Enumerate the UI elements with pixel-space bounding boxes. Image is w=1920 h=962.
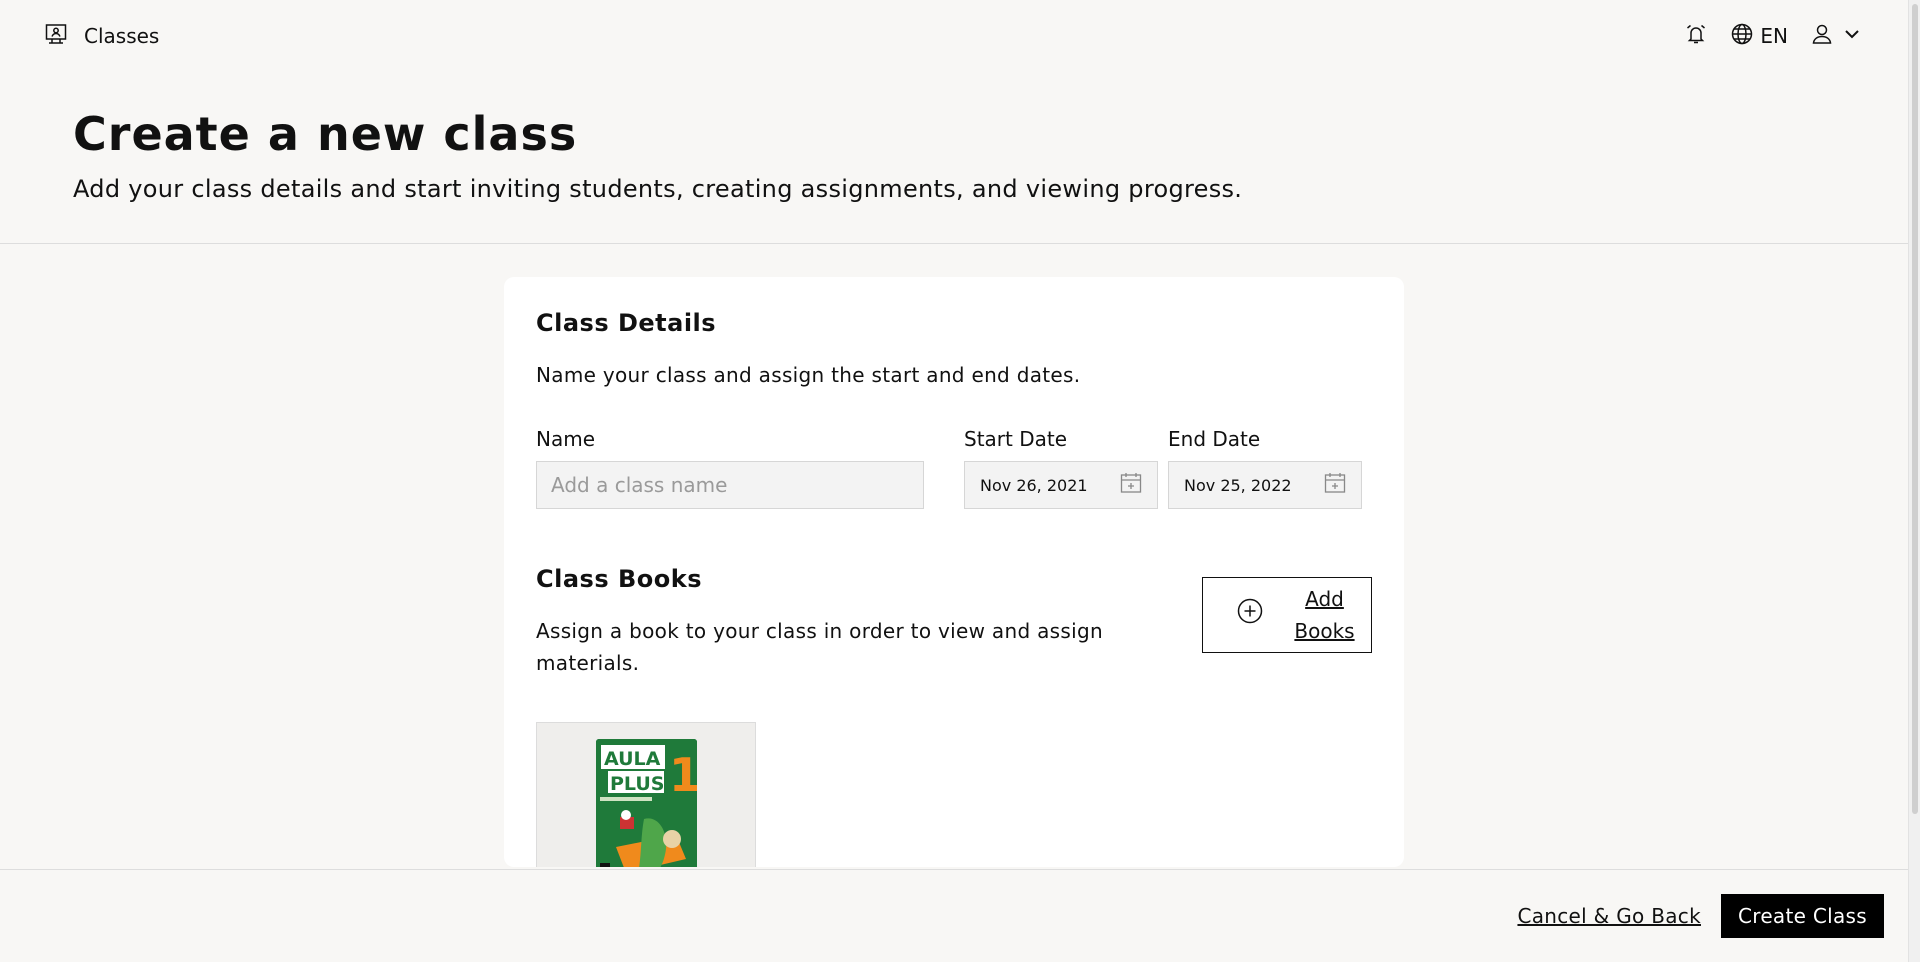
page-title: Create a new class [73, 107, 578, 161]
brand-label: Classes [84, 24, 160, 48]
notifications-button[interactable] [1684, 22, 1708, 51]
cancel-go-back-link[interactable]: Cancel & Go Back [1517, 904, 1701, 928]
class-details-title: Class Details [536, 309, 717, 337]
class-books-text: Class Books Assign a book to your class … [536, 565, 1136, 679]
language-selector[interactable]: EN [1730, 22, 1788, 51]
class-books-description: Assign a book to your class in order to … [536, 619, 1103, 675]
language-label: EN [1760, 24, 1788, 48]
class-form-card: Class Details Name your class and assign… [504, 277, 1404, 867]
calendar-add-icon [1323, 471, 1347, 499]
class-books-section: Class Books Assign a book to your class … [536, 565, 1372, 679]
name-label: Name [536, 427, 596, 451]
brand[interactable]: Classes [44, 22, 159, 51]
user-icon [1810, 22, 1834, 51]
book-cover-image: AULA PLUS 1 [596, 739, 697, 867]
end-date-picker[interactable]: Nov 25, 2022 [1168, 461, 1362, 509]
end-date-field: End Date Nov 25, 2022 [1168, 427, 1362, 509]
classroom-icon [44, 22, 68, 51]
add-books-label: Add Books [1294, 587, 1355, 643]
alarm-icon [1684, 22, 1708, 51]
start-date-field: Start Date Nov 26, 2021 [964, 427, 1158, 509]
book-tile[interactable]: AULA PLUS 1 [536, 722, 756, 867]
page-header: Create a new class Add your class detail… [0, 72, 1908, 244]
chevron-down-icon [1840, 22, 1864, 51]
class-details-fields: Name Start Date Nov 26, 2021 End Date No… [536, 427, 1372, 509]
calendar-add-icon [1119, 471, 1143, 499]
top-navigation-bar: Classes EN [0, 0, 1908, 72]
end-date-value: Nov 25, 2022 [1184, 475, 1292, 495]
scrollbar-thumb[interactable] [1912, 4, 1918, 814]
book-number: 1 [669, 748, 697, 802]
page-subtitle: Add your class details and start invitin… [73, 175, 1243, 203]
name-field: Name [536, 427, 924, 509]
footer-actions: Cancel & Go Back Create Class [0, 869, 1908, 962]
start-date-picker[interactable]: Nov 26, 2021 [964, 461, 1158, 509]
class-name-input[interactable] [536, 461, 924, 509]
book-title-line2: PLUS [610, 773, 664, 795]
book-title-line1: AULA [604, 748, 661, 770]
plus-circle-icon [1217, 597, 1282, 634]
add-books-button[interactable]: Add Books [1202, 577, 1372, 653]
page-scrollbar[interactable] [1908, 0, 1920, 962]
user-menu[interactable] [1810, 22, 1864, 51]
class-books-title: Class Books [536, 565, 702, 593]
start-date-value: Nov 26, 2021 [980, 475, 1088, 495]
start-date-label: Start Date [964, 427, 1068, 451]
class-details-description: Name your class and assign the start and… [536, 363, 1081, 387]
end-date-label: End Date [1168, 427, 1261, 451]
create-class-button[interactable]: Create Class [1720, 894, 1884, 938]
globe-icon [1730, 22, 1754, 51]
top-actions: EN [1684, 22, 1864, 51]
